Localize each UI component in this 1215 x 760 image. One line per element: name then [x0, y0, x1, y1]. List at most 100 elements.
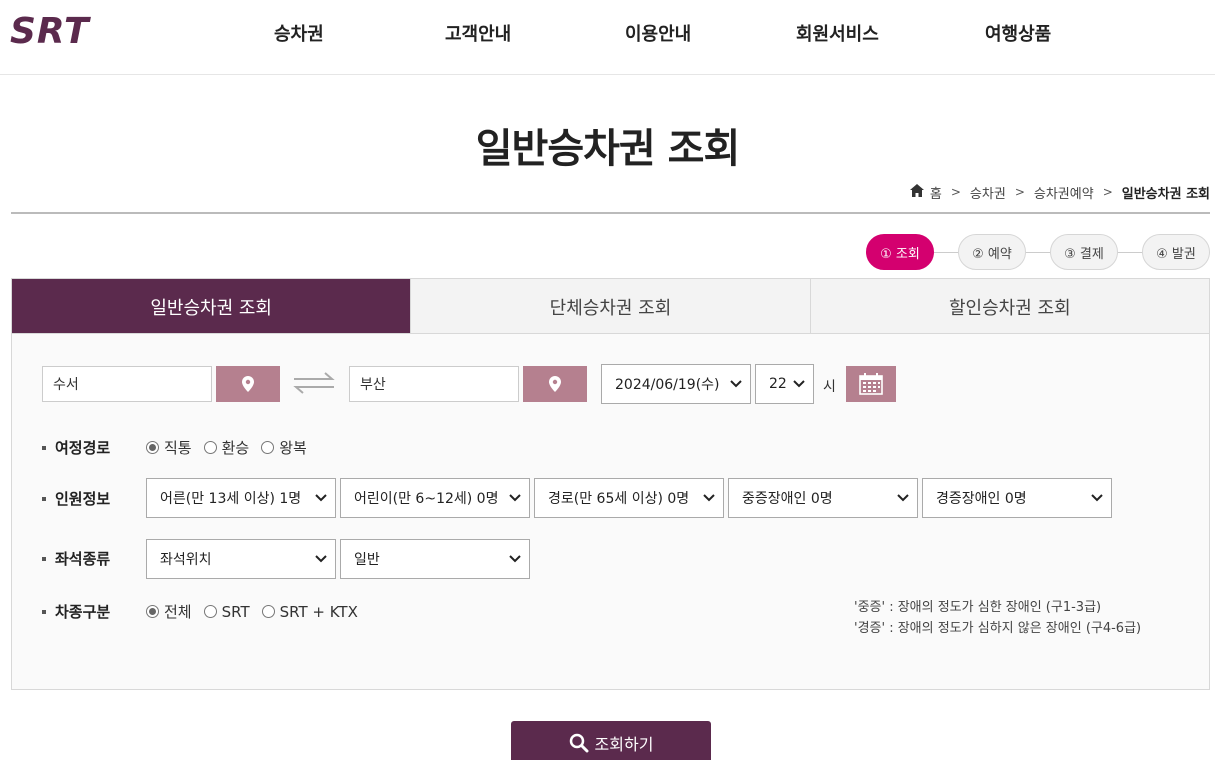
radio-icon: [203, 605, 217, 618]
step-connector: [934, 251, 958, 253]
train-type-srt-radio[interactable]: SRT: [203, 603, 250, 621]
hour-select[interactable]: 22: [755, 364, 814, 404]
seat-position-value: 좌석위치: [160, 552, 212, 568]
nav-member-service[interactable]: 회원서비스: [796, 20, 879, 46]
train-type-srt-ktx-label: SRT + KTX: [279, 602, 358, 621]
chevron-down-icon: [703, 494, 715, 502]
train-type-all-label: 전체: [164, 603, 192, 621]
senior-count-value: 경로(만 65세 이상) 0명: [548, 491, 690, 507]
breadcrumb-reservation[interactable]: 승차권예약: [1034, 183, 1094, 202]
nav-customer-guide[interactable]: 고객안내: [445, 20, 511, 46]
radio-icon: [203, 441, 217, 454]
chevron-down-icon: [1091, 494, 1103, 502]
nav-usage-guide[interactable]: 이용안내: [625, 20, 691, 46]
seat-type-label: 좌석종류: [42, 548, 110, 569]
tab-general-ticket[interactable]: 일반승차권 조회: [12, 279, 411, 334]
chevron-down-icon: [315, 494, 327, 502]
severe-disability-note: '중증' : 장애의 정도가 심한 장애인 (구1-3급): [854, 600, 1102, 615]
calendar-button[interactable]: [846, 366, 896, 402]
nav-travel-products[interactable]: 여행상품: [985, 20, 1051, 46]
calendar-icon: [859, 373, 883, 395]
breadcrumb-current: 일반승차권 조회: [1121, 186, 1210, 202]
map-pin-icon: [242, 376, 254, 392]
departure-station-input[interactable]: [42, 366, 212, 402]
passengers-label: 인원정보: [42, 488, 110, 509]
mild-disability-note: '경증' : 장애의 정도가 심하지 않은 장애인 (구4-6급): [854, 621, 1142, 636]
mild-disabled-count-value: 경증장애인 0명: [936, 491, 1027, 507]
severe-disabled-count-value: 중증장애인 0명: [742, 491, 833, 507]
radio-icon: [261, 441, 275, 454]
step-issue: ④ 발권: [1142, 234, 1210, 270]
breadcrumb-home[interactable]: 홈: [930, 183, 942, 202]
search-button[interactable]: 조회하기: [511, 721, 711, 760]
train-type-srt-ktx-radio[interactable]: SRT + KTX: [261, 602, 358, 621]
srt-logo[interactable]: SRT: [10, 11, 128, 52]
train-type-label: 차종구분: [42, 601, 110, 622]
search-button-label: 조회하기: [594, 735, 654, 754]
train-type-all-radio[interactable]: 전체: [146, 601, 192, 622]
seat-class-select[interactable]: 일반: [340, 539, 530, 579]
bullet-icon: [42, 556, 46, 561]
bullet-icon: [42, 496, 46, 501]
passengers-label-text: 인원정보: [55, 490, 111, 508]
senior-count-select[interactable]: 경로(만 65세 이상) 0명: [534, 478, 724, 518]
severe-disabled-count-select[interactable]: 중증장애인 0명: [728, 478, 918, 518]
date-select-value: 2024/06/19(수): [615, 377, 720, 393]
bullet-icon: [42, 609, 46, 614]
svg-text:SRT: SRT: [10, 12, 91, 48]
step-search: ① 조회: [866, 234, 934, 270]
seat-class-value: 일반: [354, 552, 380, 568]
reservation-steps: ① 조회 ② 예약 ③ 결제 ④ 발권: [866, 234, 1210, 270]
map-pin-icon: [549, 376, 561, 392]
adult-count-value: 어른(만 13세 이상) 1명: [160, 491, 302, 507]
radio-icon: [261, 605, 275, 618]
route-transfer-radio[interactable]: 환승: [203, 437, 250, 458]
tab-group-ticket[interactable]: 단체승차권 조회: [410, 279, 810, 334]
ticket-type-tabs: 일반승차권 조회 단체승차권 조회 할인승차권 조회: [11, 278, 1210, 334]
route-transfer-label: 환승: [221, 439, 250, 457]
chevron-right-icon: >: [1102, 185, 1113, 199]
home-icon: [909, 183, 924, 201]
route-roundtrip-radio[interactable]: 왕복: [261, 437, 307, 458]
chevron-right-icon: >: [1014, 185, 1025, 199]
radio-selected-icon: [146, 605, 159, 618]
step-payment: ③ 결제: [1050, 234, 1118, 270]
hour-unit-label: 시: [823, 379, 836, 395]
bullet-icon: [42, 445, 46, 450]
child-count-value: 어린이(만 6~12세) 0명: [354, 491, 499, 507]
disability-notes: '중증' : 장애의 정도가 심한 장애인 (구1-3급) '경증' : 장애의…: [854, 597, 1141, 639]
tab-discount-ticket[interactable]: 할인승차권 조회: [809, 279, 1209, 334]
chevron-down-icon: [509, 555, 521, 563]
departure-map-button[interactable]: [216, 366, 280, 402]
step-connector: [1118, 251, 1142, 253]
chevron-right-icon: >: [950, 185, 961, 199]
search-icon: [569, 733, 589, 753]
breadcrumb: 홈 > 승차권 > 승차권예약 > 일반승차권 조회: [909, 182, 1210, 202]
arrival-map-button[interactable]: [523, 366, 587, 402]
step-connector: [1026, 251, 1050, 253]
route-direct-radio[interactable]: 직통: [146, 437, 192, 458]
adult-count-select[interactable]: 어른(만 13세 이상) 1명: [146, 478, 336, 518]
mild-disabled-count-select[interactable]: 경증장애인 0명: [922, 478, 1112, 518]
child-count-select[interactable]: 어린이(만 6~12세) 0명: [340, 478, 530, 518]
hour-select-value: 22: [769, 376, 787, 392]
chevron-down-icon: [509, 494, 521, 502]
seat-type-label-text: 좌석종류: [55, 550, 111, 568]
route-label: 여정경로: [42, 437, 110, 458]
seat-position-select[interactable]: 좌석위치: [146, 539, 336, 579]
arrival-station-input[interactable]: [349, 366, 519, 402]
train-type-radio-group: 전체 SRT SRT + KTX: [146, 601, 370, 622]
site-header: SRT 승차권 고객안내 이용안내 회원서비스 여행상품: [0, 0, 1215, 75]
train-type-label-text: 차종구분: [55, 603, 111, 621]
radio-selected-icon: [146, 441, 159, 454]
chevron-down-icon: [315, 555, 327, 563]
search-form-panel: 2024/06/19(수) 22 시 여정경로 직통 환승: [11, 333, 1210, 690]
page-title: 일반승차권 조회: [475, 126, 741, 172]
route-radio-group: 직통 환승 왕복: [146, 437, 319, 458]
breadcrumb-ticket[interactable]: 승차권: [970, 183, 1006, 202]
title-divider: [11, 212, 1210, 214]
nav-ticket[interactable]: 승차권: [274, 20, 324, 46]
swap-stations-icon[interactable]: [292, 370, 336, 396]
route-direct-label: 직통: [164, 439, 192, 457]
date-select[interactable]: 2024/06/19(수): [601, 364, 751, 404]
